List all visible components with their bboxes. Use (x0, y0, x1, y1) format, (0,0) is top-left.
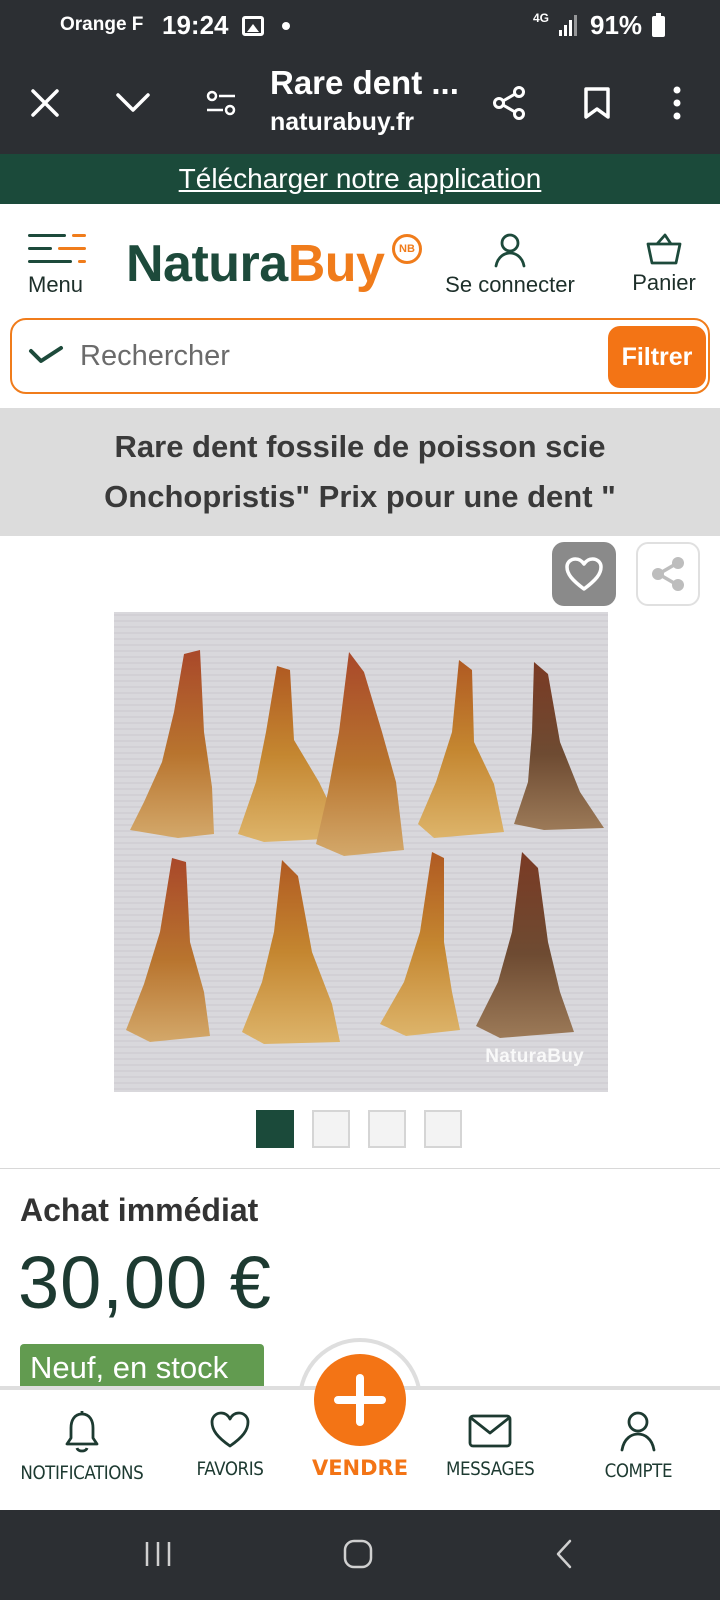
nav-account-label: COMPTE (604, 1460, 672, 1482)
site-settings-button[interactable] (196, 78, 246, 128)
download-app-link[interactable]: Télécharger notre application (179, 163, 542, 195)
product-title-band: Rare dent fossile de poisson scie Onchop… (0, 408, 720, 536)
add-to-favorites-button[interactable] (552, 542, 616, 606)
share-icon (652, 557, 684, 591)
purchase-type-label: Achat immédiat (20, 1192, 259, 1228)
logo-natura-text: Natura (126, 235, 288, 293)
bell-icon (65, 1411, 99, 1453)
product-price: 30,00 € (18, 1241, 272, 1324)
nav-favorites[interactable]: FAVORIS (160, 1410, 300, 1480)
battery-icon (652, 13, 665, 37)
logo-buy-text: Buy (287, 235, 385, 293)
envelope-icon (468, 1414, 512, 1448)
user-icon (620, 1411, 656, 1452)
section-divider (0, 1168, 720, 1169)
recent-apps-button[interactable] (138, 1534, 178, 1574)
battery-percentage: 91% (590, 10, 643, 40)
login-button[interactable]: Se connecter (436, 232, 584, 298)
notification-dot-icon (282, 22, 290, 30)
nav-messages-label: MESSAGES (445, 1458, 535, 1480)
clock: 19:24 (162, 10, 229, 40)
cart-button[interactable]: Panier (618, 232, 710, 296)
app-download-banner: Télécharger notre application (0, 154, 720, 204)
more-vert-icon (673, 86, 681, 120)
thumbnail-2[interactable] (312, 1110, 350, 1148)
back-button[interactable] (544, 1534, 584, 1574)
bookmark-button[interactable] (572, 78, 622, 128)
more-options-button[interactable] (652, 78, 702, 128)
login-label: Se connecter (445, 272, 575, 297)
search-bar: Filtrer (10, 318, 710, 394)
share-product-button[interactable] (636, 542, 700, 606)
nav-favorites-label: FAVORIS (196, 1458, 264, 1480)
share-icon (493, 86, 525, 120)
status-bar: Orange F 19:24 4G 91% (0, 0, 720, 52)
close-icon (31, 89, 59, 117)
home-button[interactable] (338, 1534, 378, 1574)
filter-button[interactable]: Filtrer (608, 326, 706, 388)
thumbnail-1[interactable] (256, 1110, 294, 1148)
cart-basket-icon (646, 233, 682, 265)
sell-button[interactable] (314, 1354, 406, 1446)
carrier-name: Orange F (60, 14, 144, 35)
search-input[interactable] (80, 336, 580, 376)
minimize-tab-button[interactable] (108, 78, 158, 128)
chevron-down-icon (116, 93, 150, 112)
sell-label[interactable]: VENDRE (300, 1456, 420, 1480)
system-navigation-bar (0, 1510, 720, 1600)
back-icon (556, 1539, 572, 1569)
signal-icon (559, 14, 577, 36)
image-thumbnails (256, 1110, 462, 1148)
bookmark-icon (584, 87, 610, 119)
browser-page-title[interactable]: Rare dent ... (270, 64, 459, 102)
product-image[interactable]: NaturaBuy (114, 612, 608, 1092)
heart-icon (565, 557, 603, 591)
nav-notifications[interactable]: NOTIFICATIONS (12, 1410, 152, 1484)
nav-notifications-label: NOTIFICATIONS (20, 1462, 144, 1484)
nav-account[interactable]: COMPTE (568, 1410, 708, 1482)
user-icon (494, 233, 526, 268)
chevron-down-icon (29, 346, 63, 363)
browser-toolbar: Rare dent ... naturabuy.fr (0, 52, 720, 154)
site-header: Menu NaturaBuy NB Se connecter Panier (0, 204, 720, 308)
browser-url[interactable]: naturabuy.fr (270, 108, 414, 137)
menu-icon (28, 232, 86, 266)
logo-badge-icon: NB (392, 234, 422, 264)
naturabuy-logo[interactable]: NaturaBuy (126, 234, 385, 294)
fossil-teeth-photo (114, 612, 608, 1092)
heart-icon (210, 1411, 250, 1448)
category-dropdown-button[interactable] (28, 342, 64, 377)
share-page-button[interactable] (484, 78, 534, 128)
product-title: Rare dent fossile de poisson scie Onchop… (104, 429, 616, 514)
plus-icon (334, 1374, 386, 1426)
thumbnail-4[interactable] (424, 1110, 462, 1148)
cart-label: Panier (632, 270, 696, 295)
nav-messages[interactable]: MESSAGES (420, 1410, 560, 1480)
site-settings-icon (206, 90, 236, 116)
home-icon (343, 1539, 373, 1569)
network-type: 4G (533, 11, 550, 25)
thumbnail-3[interactable] (368, 1110, 406, 1148)
menu-label: Menu (28, 272, 84, 297)
close-tab-button[interactable] (20, 78, 70, 128)
recent-apps-icon (145, 1542, 171, 1566)
image-watermark: NaturaBuy (485, 1046, 584, 1067)
image-notification-icon (242, 16, 264, 36)
